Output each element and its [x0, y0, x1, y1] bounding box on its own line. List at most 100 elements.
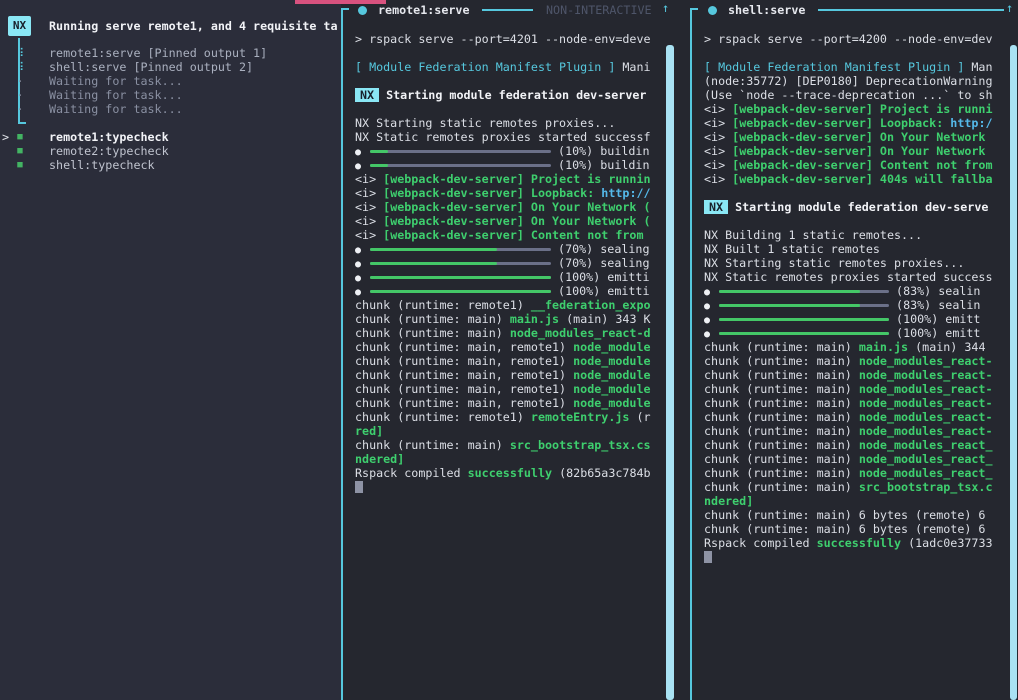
terminal-text-segment: chunk (runtime: main) [704, 396, 859, 410]
progress-label: (83%) sealin [896, 298, 980, 312]
terminal-text-segment: [webpack-dev-server] Project is runni [732, 102, 992, 116]
progress-bar [370, 150, 551, 153]
progress-bar [370, 276, 551, 279]
terminal-line: chunk (runtime: main) node_modules_react… [704, 410, 1007, 424]
terminal-text-segment: chunk (runtime: main) [704, 410, 859, 424]
terminal-line: Rspack compiled successfully (82b65a3c78… [355, 466, 654, 480]
scrollbar-thumb[interactable] [1010, 45, 1017, 700]
task-row[interactable]: ■shell:typecheck [0, 158, 340, 172]
progress-bar [370, 290, 551, 293]
terminal-text-segment: <i> [355, 172, 383, 186]
pane-title-shell-serve[interactable]: shell:serve [728, 3, 805, 17]
terminal-line: red] [355, 424, 654, 438]
progress-bar [719, 318, 889, 321]
terminal-text-segment: (main) 343 K [559, 312, 650, 326]
terminal-line: chunk (runtime: main, remote1) node_modu… [355, 354, 654, 368]
square-status-icon: ■ [12, 130, 28, 144]
progress-bar [719, 290, 889, 293]
terminal-line: <i> [webpack-dev-server] Project is runn… [704, 102, 1007, 116]
terminal-line: <i> [webpack-dev-server] 404s will fallb… [704, 172, 1007, 186]
task-row[interactable]: ⠸remote1:serve [Pinned output 1] [0, 46, 340, 60]
pane-title-remote1-serve[interactable]: remote1:serve [378, 3, 469, 17]
terminal-text-segment: node_modules_react- [859, 382, 993, 396]
task-label: remote1:typecheck [49, 130, 169, 144]
scroll-up-arrow-icon[interactable]: ↑ [1006, 1, 1013, 15]
terminal-text-segment: chunk (runtime: remote1) [355, 410, 531, 424]
terminal-line: ●(70%) sealing [355, 256, 654, 270]
dot-status-icon: · [12, 102, 28, 116]
progress-bullet-icon: ● [704, 315, 710, 326]
terminal-output-remote1-serve: > rspack serve --port=4201 --node-env=de… [355, 32, 654, 700]
terminal-line: chunk (runtime: main, remote1) node_modu… [355, 368, 654, 382]
dot-status-icon: · [12, 74, 28, 88]
spinner-status-icon: ⠸ [12, 46, 28, 60]
terminal-line: ●(10%) buildin [355, 144, 654, 158]
terminal-text-segment: ndered] [704, 494, 753, 508]
scrollbar-thumb[interactable] [666, 45, 674, 700]
terminal-line: [ Module Federation Manifest Plugin ] Ma… [355, 60, 654, 74]
terminal-line: chunk (runtime: main) node_modules_react… [704, 424, 1007, 438]
terminal-text-segment: Rspack compiled [704, 536, 817, 550]
terminal-line: (Use `node --trace-deprecation ...` to s… [704, 88, 1007, 102]
terminal-line: <i> [webpack-dev-server] Loopback: http:… [355, 186, 654, 200]
terminal-cursor [704, 551, 712, 563]
terminal-line [704, 46, 1007, 60]
terminal-line: <i> [webpack-dev-server] On Your Network… [355, 214, 654, 228]
terminal-text-segment: [webpack-dev-server] Loopback: [732, 116, 950, 130]
progress-bar [719, 332, 889, 335]
terminal-text-segment: __federation_expo [531, 298, 651, 312]
task-row[interactable]: ·Waiting for task... [0, 74, 340, 88]
terminal-text-segment: main.js [510, 312, 559, 326]
progress-bullet-icon: ● [355, 287, 361, 298]
terminal-text-segment: NX Starting static remotes proxies... [355, 116, 615, 130]
progress-bullet-icon: ● [704, 287, 710, 298]
task-row[interactable]: ⠸shell:serve [Pinned output 2] [0, 60, 340, 74]
terminal-line: chunk (runtime: main) main.js (main) 343… [355, 312, 654, 326]
progress-label: (100%) emitti [558, 284, 649, 298]
task-row[interactable]: ·Waiting for task... [0, 88, 340, 102]
pane-border [341, 8, 349, 700]
task-row[interactable]: ■remote2:typecheck [0, 144, 340, 158]
terminal-line: Rspack compiled successfully (1adc0e3773… [704, 536, 1007, 550]
terminal-line [355, 74, 654, 88]
terminal-text-segment: Man [964, 60, 992, 74]
terminal-text-segment: node_module [573, 368, 650, 382]
progress-bar-fill [719, 318, 889, 321]
terminal-text-segment: [webpack-dev-server] 404s will fallba [732, 172, 992, 186]
terminal-text-segment: <i> [704, 130, 732, 144]
progress-bar-fill [719, 332, 889, 335]
terminal-text-segment: http:/ [950, 116, 992, 130]
terminal-line: chunk (runtime: main) node_modules_react… [704, 452, 1007, 466]
terminal-line: NXStarting module federation dev-server [355, 88, 654, 102]
progress-label: (70%) sealing [558, 256, 649, 270]
nx-inline-badge: NX [704, 200, 728, 214]
terminal-text-segment: [ Module Federation Manifest Plugin ] [355, 60, 615, 74]
terminal-line: (node:35772) [DEP0180] DeprecationWarnin… [704, 74, 1007, 88]
terminal-text-segment: chunk (runtime: main) [355, 438, 510, 452]
task-row[interactable]: ·Waiting for task... [0, 102, 340, 116]
terminal-text-segment: <i> [704, 172, 732, 186]
terminal-text-segment: chunk (runtime: main) [704, 466, 859, 480]
terminal-text-segment: chunk (runtime: main) [704, 368, 859, 382]
scroll-up-arrow-icon[interactable]: ↑ [662, 1, 669, 15]
terminal-line: ndered] [355, 452, 654, 466]
nx-logo-badge: NX [8, 16, 31, 36]
header-rule [818, 9, 1004, 11]
task-label: Waiting for task... [49, 88, 183, 102]
terminal-line: chunk (runtime: main, remote1) node_modu… [355, 340, 654, 354]
terminal-line: NX Static remotes proxies started succes… [355, 130, 654, 144]
nx-terminal-ui: NX Running serve remote1, and 4 requisit… [0, 0, 1018, 700]
terminal-text-segment: <i> [704, 144, 732, 158]
terminal-line: chunk (runtime: main) node_modules_react… [704, 438, 1007, 452]
running-status-dot [708, 6, 717, 15]
terminal-line: chunk (runtime: main) 6 bytes (remote) 6 [704, 522, 1007, 536]
terminal-line: chunk (runtime: main) node_modules_react… [704, 368, 1007, 382]
task-row[interactable]: >■remote1:typecheck [0, 130, 340, 144]
terminal-text-segment: node_modules_react_ [859, 452, 993, 466]
progress-bullet-icon: ● [704, 301, 710, 312]
terminal-text-segment: node_modules_react_ [859, 466, 993, 480]
terminal-line: <i> [webpack-dev-server] Content not fro… [355, 228, 654, 242]
square-status-icon: ■ [12, 144, 28, 158]
progress-bar [370, 164, 551, 167]
terminal-text-segment: main.js [859, 340, 908, 354]
